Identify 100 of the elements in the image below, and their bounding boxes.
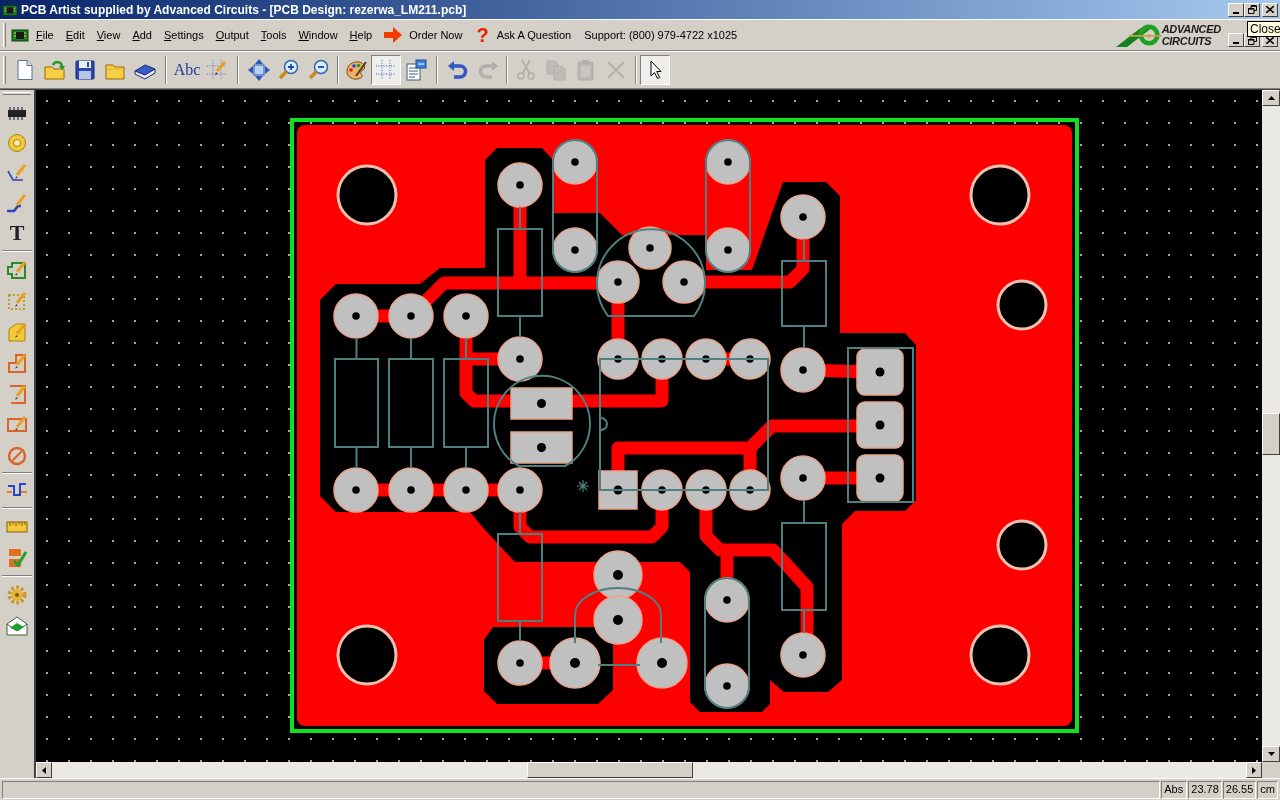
pcb-pad bbox=[685, 469, 727, 511]
menu-item[interactable]: Edit bbox=[59, 28, 91, 42]
pcb-pad bbox=[685, 338, 727, 380]
pcb-pad bbox=[593, 595, 643, 645]
down-triangle-icon bbox=[1267, 752, 1275, 756]
scrollbar-thumb[interactable] bbox=[1262, 413, 1280, 455]
scroll-left-button[interactable] bbox=[36, 762, 52, 778]
support-phone-text: Support: (800) 979-4722 x1025 bbox=[584, 27, 738, 43]
minimize-button[interactable] bbox=[1228, 33, 1244, 47]
pcb-pad bbox=[598, 470, 638, 510]
right-triangle-icon bbox=[1252, 766, 1256, 774]
restore-icon bbox=[1247, 35, 1257, 45]
status-cell: 26.55 bbox=[1222, 780, 1257, 799]
asterisk-mark bbox=[576, 479, 590, 493]
pcb-pad bbox=[705, 139, 751, 185]
minimize-button[interactable] bbox=[1228, 2, 1244, 17]
pcb-pad bbox=[593, 550, 643, 600]
ask-question-link[interactable]: Ask A Question bbox=[496, 26, 572, 44]
pcb-pad bbox=[662, 260, 706, 304]
pcb-pad bbox=[597, 338, 639, 380]
pcb-pad bbox=[636, 637, 688, 689]
menu-item[interactable]: Output bbox=[209, 28, 255, 42]
restore-icon bbox=[1247, 5, 1257, 14]
menu-item[interactable]: Add bbox=[126, 28, 158, 42]
mounting-hole bbox=[996, 519, 1048, 571]
pcb-pad bbox=[641, 469, 683, 511]
restore-button[interactable] bbox=[1244, 2, 1260, 17]
pcb-pad bbox=[856, 454, 904, 502]
pcb-pad bbox=[780, 194, 826, 240]
zoom-in-icon[interactable] bbox=[278, 59, 300, 81]
pcb-pad bbox=[780, 347, 826, 393]
menu-item[interactable]: View bbox=[90, 28, 127, 42]
menu-item[interactable]: Help bbox=[343, 28, 379, 42]
pcb-pad bbox=[729, 338, 771, 380]
pcb-pad bbox=[552, 139, 598, 185]
dotted-square-pencil-icon[interactable] bbox=[6, 289, 28, 312]
undo-icon[interactable] bbox=[447, 59, 469, 81]
menu-item[interactable]: Tools bbox=[254, 28, 293, 42]
pcb-pad bbox=[552, 227, 598, 273]
circuit-board-icon bbox=[2, 2, 18, 17]
status-cell: cm bbox=[1257, 780, 1278, 799]
pcb-pad bbox=[704, 577, 750, 623]
window-title: PCB Artist supplied by Advanced Circuits - [PCB Design: rezerwa_LM211.pcb] bbox=[21, 3, 467, 16]
abc-button[interactable]: Abc bbox=[172, 55, 202, 85]
scroll-up-button[interactable] bbox=[1262, 90, 1280, 106]
pcb-pad bbox=[705, 227, 751, 273]
pcb-pad bbox=[497, 336, 543, 382]
status-cell: 23.78 bbox=[1188, 780, 1222, 799]
menu-item[interactable]: File bbox=[30, 28, 60, 42]
mounting-hole bbox=[996, 279, 1048, 331]
palette-icon[interactable] bbox=[345, 59, 367, 81]
envelope-icon[interactable] bbox=[6, 614, 28, 637]
minimize-icon bbox=[1233, 11, 1239, 14]
circle-slash-icon[interactable] bbox=[6, 444, 28, 467]
pcb-pad bbox=[497, 162, 543, 208]
scroll-right-button[interactable] bbox=[1246, 762, 1262, 778]
document-icon[interactable] bbox=[405, 59, 427, 81]
mounting-hole bbox=[969, 624, 1031, 686]
mounting-hole bbox=[969, 164, 1031, 226]
scroll-down-button[interactable] bbox=[1262, 746, 1280, 762]
outline-pencil-icon[interactable] bbox=[6, 258, 28, 281]
tooltip: Close bbox=[1247, 21, 1280, 37]
pcb-pad bbox=[510, 387, 573, 420]
new-page-icon[interactable] bbox=[14, 59, 36, 81]
pcb-pad bbox=[729, 469, 771, 511]
pcb-pad bbox=[388, 467, 434, 513]
pcb-pad bbox=[510, 431, 573, 464]
folder-arrow-icon[interactable] bbox=[44, 59, 66, 81]
pcb-pad bbox=[780, 632, 826, 678]
menu-item[interactable]: Window bbox=[292, 28, 344, 42]
pcb-pad bbox=[856, 401, 904, 449]
circuit-board-icon bbox=[11, 27, 29, 43]
pcb-pad bbox=[704, 663, 750, 709]
stepped-line-pencil-icon[interactable] bbox=[6, 192, 28, 214]
pcb-pad bbox=[443, 467, 489, 513]
l-shape-pencil-icon[interactable] bbox=[6, 351, 28, 374]
fit-arrows-icon[interactable] bbox=[248, 59, 270, 81]
gear-icon[interactable] bbox=[6, 583, 28, 606]
angled-line-pencil-icon[interactable] bbox=[6, 162, 28, 184]
order-now-link[interactable]: Order Now bbox=[409, 26, 463, 44]
pcb-pad bbox=[641, 338, 683, 380]
blocks-checkmark-icon[interactable] bbox=[6, 546, 28, 569]
close-icon bbox=[1266, 6, 1274, 13]
up-triangle-icon bbox=[1267, 96, 1275, 100]
pcb-pad bbox=[443, 293, 489, 339]
arrow-icon[interactable] bbox=[383, 26, 404, 44]
text-tool-button[interactable]: T bbox=[2, 218, 32, 248]
scrollbar-thumb[interactable] bbox=[527, 762, 693, 778]
mounting-hole bbox=[336, 624, 398, 686]
left-triangle-icon bbox=[42, 766, 46, 774]
minimize-icon bbox=[1233, 42, 1239, 44]
design-canvas[interactable] bbox=[36, 90, 1262, 762]
pcb-pad bbox=[628, 226, 672, 270]
pcb-pad bbox=[549, 637, 601, 689]
ring-icon[interactable] bbox=[6, 132, 28, 154]
menu-item[interactable]: Settings bbox=[157, 28, 210, 42]
pcb-pad bbox=[596, 260, 640, 304]
close-button[interactable] bbox=[1262, 2, 1278, 17]
pcb-pad bbox=[497, 640, 543, 686]
zoom-out-icon[interactable] bbox=[308, 59, 330, 81]
